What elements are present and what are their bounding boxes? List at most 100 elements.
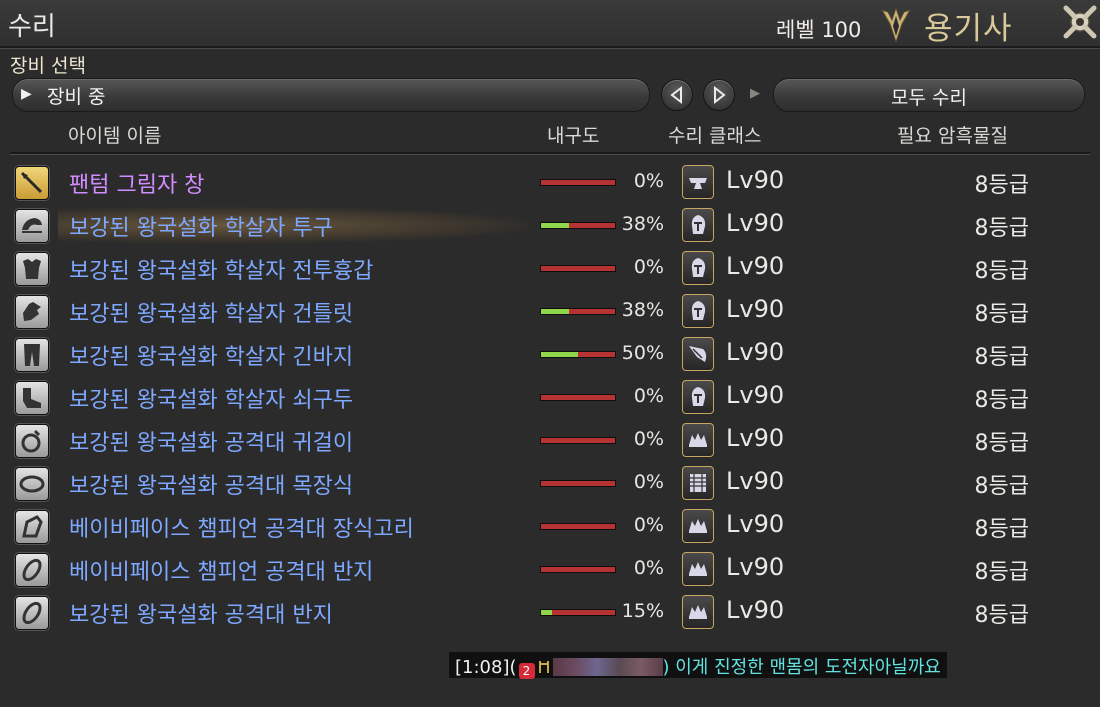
repair-all-label: 모두 수리 [891, 87, 967, 109]
durability-percent: 50% [621, 342, 664, 364]
materia-grade: 8등급 [974, 517, 1029, 542]
item-name: 베이비페이스 챔피언 공격대 장식고리 [69, 517, 414, 542]
repair-level: Lv90 [726, 381, 785, 409]
column-header-durability[interactable]: 내구도 [547, 121, 599, 148]
armorer-icon [682, 380, 714, 414]
bracelet-icon [15, 510, 49, 544]
materia-grade: 8등급 [974, 216, 1029, 241]
chat-timestamp: [1:08] [455, 657, 510, 678]
equipment-selection-label: 장비 선택 [10, 55, 86, 77]
item-row[interactable]: 보강된 왕국설화 학살자 쇠구두 0% Lv90 8등급 [0, 375, 1100, 418]
goldsmith-icon [682, 509, 714, 543]
item-name: 보강된 왕국설화 학살자 건틀릿 [69, 302, 354, 327]
item-name: 베이비페이스 챔피언 공격대 반지 [69, 560, 374, 585]
durability-percent: 38% [621, 299, 664, 321]
equipment-filter-dropdown[interactable]: ▶ 장비 중 [12, 78, 650, 112]
durability-percent: 0% [633, 170, 664, 192]
item-row[interactable]: 보강된 왕국설화 학살자 투구 38% Lv90 8등급 [0, 203, 1100, 246]
repair-level: Lv90 [726, 510, 785, 538]
materia-grade: 8등급 [974, 345, 1029, 370]
crossworld-icon [538, 661, 549, 673]
item-row[interactable]: 보강된 왕국설화 학살자 건틀릿 38% Lv90 8등급 [0, 289, 1100, 332]
durability-bar [540, 523, 616, 530]
durability-bar [540, 437, 616, 444]
window-title: 수리 [8, 12, 56, 42]
durability-percent: 0% [633, 471, 664, 493]
item-row[interactable]: 보강된 왕국설화 공격대 목장식 0% Lv90 8등급 [0, 461, 1100, 504]
item-name: 팬텀 그림자 창 [69, 173, 205, 198]
job-name: 용기사 [924, 11, 1013, 47]
materia-grade: 8등급 [974, 431, 1029, 456]
repair-level: Lv90 [726, 209, 785, 237]
item-name: 보강된 왕국설화 학살자 전투흉갑 [69, 259, 374, 284]
item-row[interactable]: 보강된 왕국설화 공격대 귀걸이 0% Lv90 8등급 [0, 418, 1100, 461]
play-marker-icon: ▶ [750, 86, 760, 101]
materia-grade: 8등급 [974, 560, 1029, 585]
durability-bar [540, 609, 616, 616]
repair-all-button[interactable]: 모두 수리 [773, 78, 1085, 112]
legs-icon [15, 338, 49, 372]
materia-grade: 8등급 [974, 603, 1029, 628]
durability-fill [541, 352, 578, 357]
goldsmith-icon [682, 595, 714, 629]
materia-grade: 8등급 [974, 259, 1029, 284]
column-header-repair-class[interactable]: 수리 클래스 [668, 121, 761, 148]
materia-grade: 8등급 [974, 474, 1029, 499]
item-row[interactable]: 보강된 왕국설화 공격대 반지 15% Lv90 8등급 [0, 590, 1100, 633]
triangle-left-icon [670, 85, 682, 105]
necklace-icon [15, 467, 49, 501]
item-name: 보강된 왕국설화 학살자 투구 [69, 216, 333, 241]
previous-page-button[interactable] [661, 79, 693, 111]
item-row[interactable]: 베이비페이스 챔피언 공격대 반지 0% Lv90 8등급 [0, 547, 1100, 590]
durability-percent: 15% [621, 600, 664, 622]
repair-level: Lv90 [726, 295, 785, 323]
durability-bar [540, 480, 616, 487]
armorer-icon [682, 294, 714, 328]
ring-icon [15, 596, 49, 630]
dragoon-emblem-icon [880, 6, 912, 44]
durability-bar [540, 308, 616, 315]
repair-level: Lv90 [726, 553, 785, 581]
item-row[interactable]: 팬텀 그림자 창 0% Lv90 8등급 [0, 160, 1100, 203]
item-row[interactable]: 보강된 왕국설화 학살자 전투흉갑 0% Lv90 8등급 [0, 246, 1100, 289]
chat-text: ) 이게 진정한 맨몸의 도전자아닐까요 [662, 657, 941, 678]
item-row[interactable]: 보강된 왕국설화 학살자 긴바지 50% Lv90 8등급 [0, 332, 1100, 375]
durability-percent: 0% [633, 557, 664, 579]
repair-level: Lv90 [726, 338, 785, 366]
spear-icon [15, 166, 49, 200]
title-divider [0, 46, 1100, 49]
weaver-icon [682, 466, 714, 500]
body-icon [15, 252, 49, 286]
repair-level: Lv90 [726, 467, 785, 495]
durability-bar [540, 179, 616, 186]
durability-percent: 38% [621, 213, 664, 235]
earring-icon [15, 424, 49, 458]
character-level: 레벨 100 [776, 18, 862, 42]
durability-bar [540, 265, 616, 272]
materia-grade: 8등급 [974, 388, 1029, 413]
column-header-materia[interactable]: 필요 암흑물질 [897, 121, 1008, 148]
repair-level: Lv90 [726, 166, 785, 194]
item-name: 보강된 왕국설화 학살자 긴바지 [69, 345, 354, 370]
window-titlebar[interactable]: 수리 레벨 100 용기사 [0, 0, 1100, 47]
feet-icon [15, 381, 49, 415]
durability-percent: 0% [633, 428, 664, 450]
blacksmith-icon [682, 165, 714, 199]
dropdown-arrow-icon: ▶ [21, 86, 32, 102]
item-row[interactable]: 베이비페이스 챔피언 공격대 장식고리 0% Lv90 8등급 [0, 504, 1100, 547]
dropdown-value: 장비 중 [47, 86, 106, 108]
goldsmith-icon [682, 423, 714, 457]
durability-percent: 0% [633, 514, 664, 536]
next-page-button[interactable] [703, 79, 735, 111]
header-divider [10, 152, 1090, 155]
durability-bar [540, 222, 616, 229]
hands-icon [15, 295, 49, 329]
column-header-name[interactable]: 아이템 이름 [68, 121, 161, 148]
ring-icon [15, 553, 49, 587]
materia-grade: 8등급 [974, 302, 1029, 327]
redacted-player-name [552, 658, 663, 676]
item-name: 보강된 왕국설화 학살자 쇠구두 [69, 388, 354, 413]
durability-fill [541, 309, 570, 314]
triangle-right-icon [714, 85, 726, 105]
crossed-tools-icon[interactable] [1062, 2, 1098, 42]
